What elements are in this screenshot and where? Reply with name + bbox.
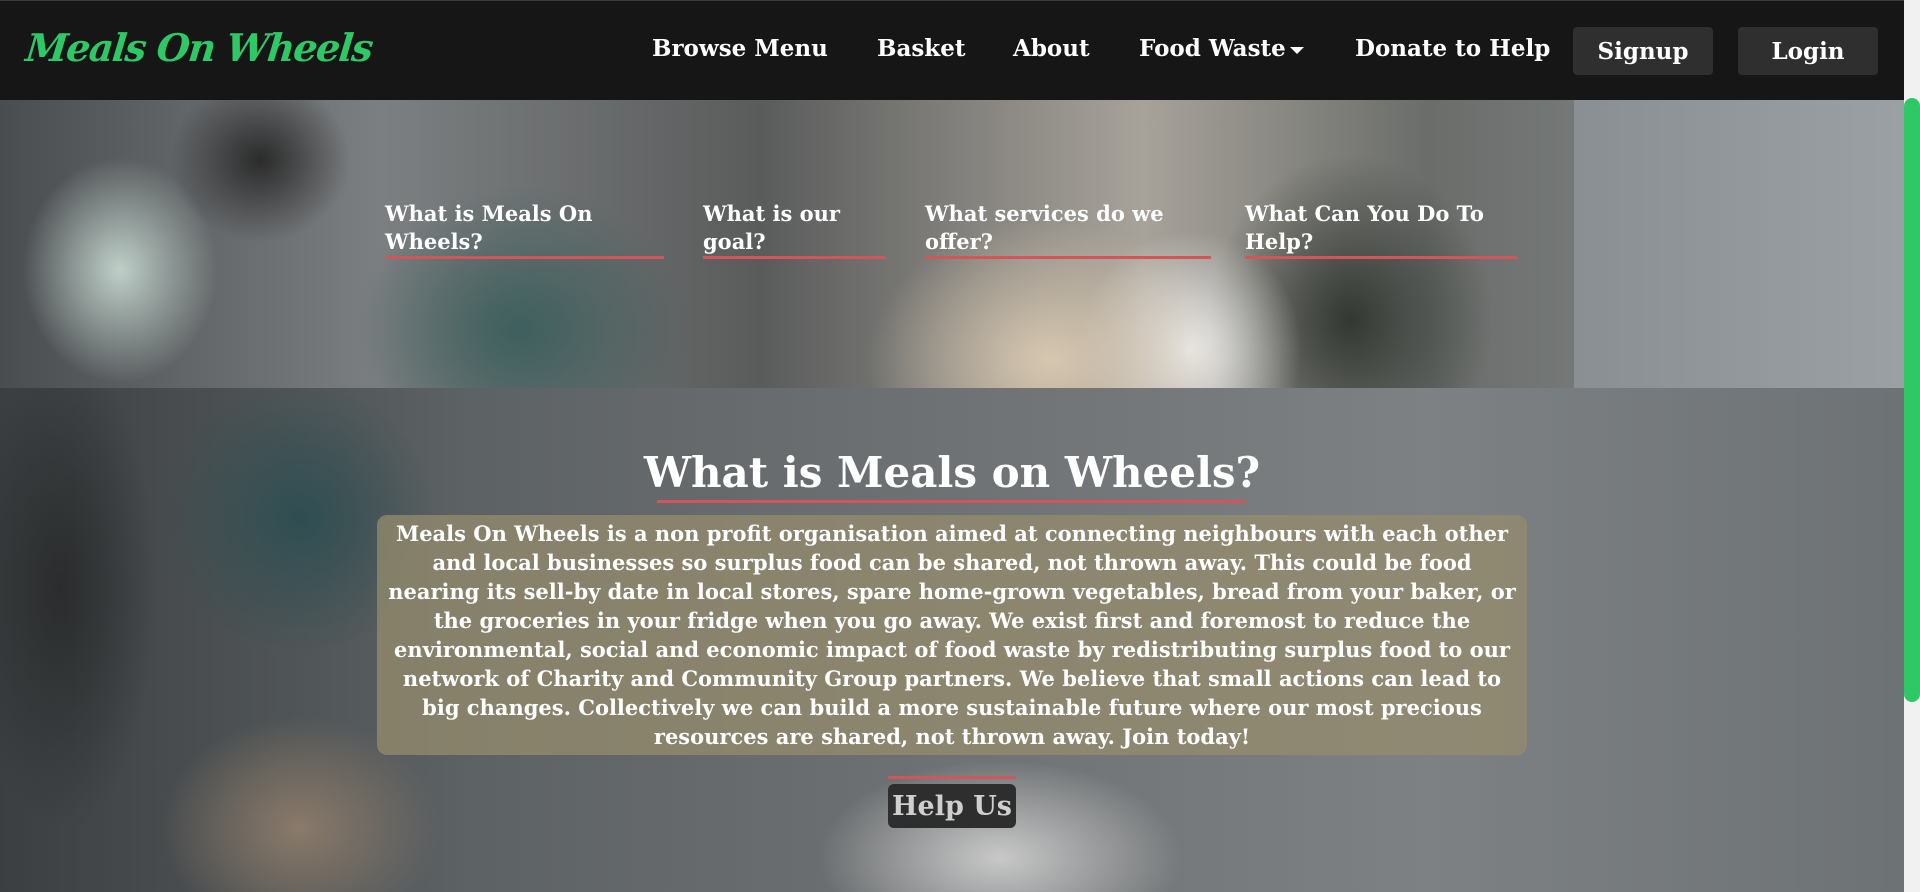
scrollbar-thumb[interactable] [1904, 98, 1920, 702]
hero-banner-image: What is Meals On Wheels? What is our goa… [0, 100, 1904, 388]
help-underline [888, 776, 1016, 779]
hero-background-wall [1574, 100, 1904, 388]
nav-donate[interactable]: Donate to Help [1355, 35, 1550, 62]
chevron-down-icon [1289, 46, 1304, 54]
hero-link-what-is[interactable]: What is Meals On Wheels? [385, 200, 664, 259]
nav-food-waste-label: Food Waste [1139, 35, 1286, 62]
about-section: What is Meals on Wheels? Meals On Wheels… [0, 388, 1904, 892]
nav-food-waste-dropdown[interactable]: Food Waste [1139, 35, 1304, 62]
help-us-button[interactable]: Help Us [888, 784, 1016, 828]
page-scrollbar[interactable] [1904, 0, 1920, 892]
signup-button[interactable]: Signup [1573, 27, 1713, 75]
about-description: Meals On Wheels is a non profit organisa… [377, 515, 1527, 755]
title-underline [657, 500, 1246, 503]
top-navbar: Meals On Wheels Browse Menu Basket About… [0, 0, 1904, 100]
section-title: What is Meals on Wheels? [643, 448, 1261, 497]
nav-basket[interactable]: Basket [877, 35, 966, 62]
hero-link-goal[interactable]: What is our goal? [703, 200, 886, 259]
login-button[interactable]: Login [1738, 27, 1878, 75]
brand-logo[interactable]: Meals On Wheels [24, 25, 375, 70]
hero-link-help[interactable]: What Can You Do To Help? [1245, 200, 1518, 259]
nav-browse-menu[interactable]: Browse Menu [652, 35, 828, 62]
nav-about[interactable]: About [1013, 35, 1090, 62]
hero-link-services[interactable]: What services do we offer? [925, 200, 1211, 259]
